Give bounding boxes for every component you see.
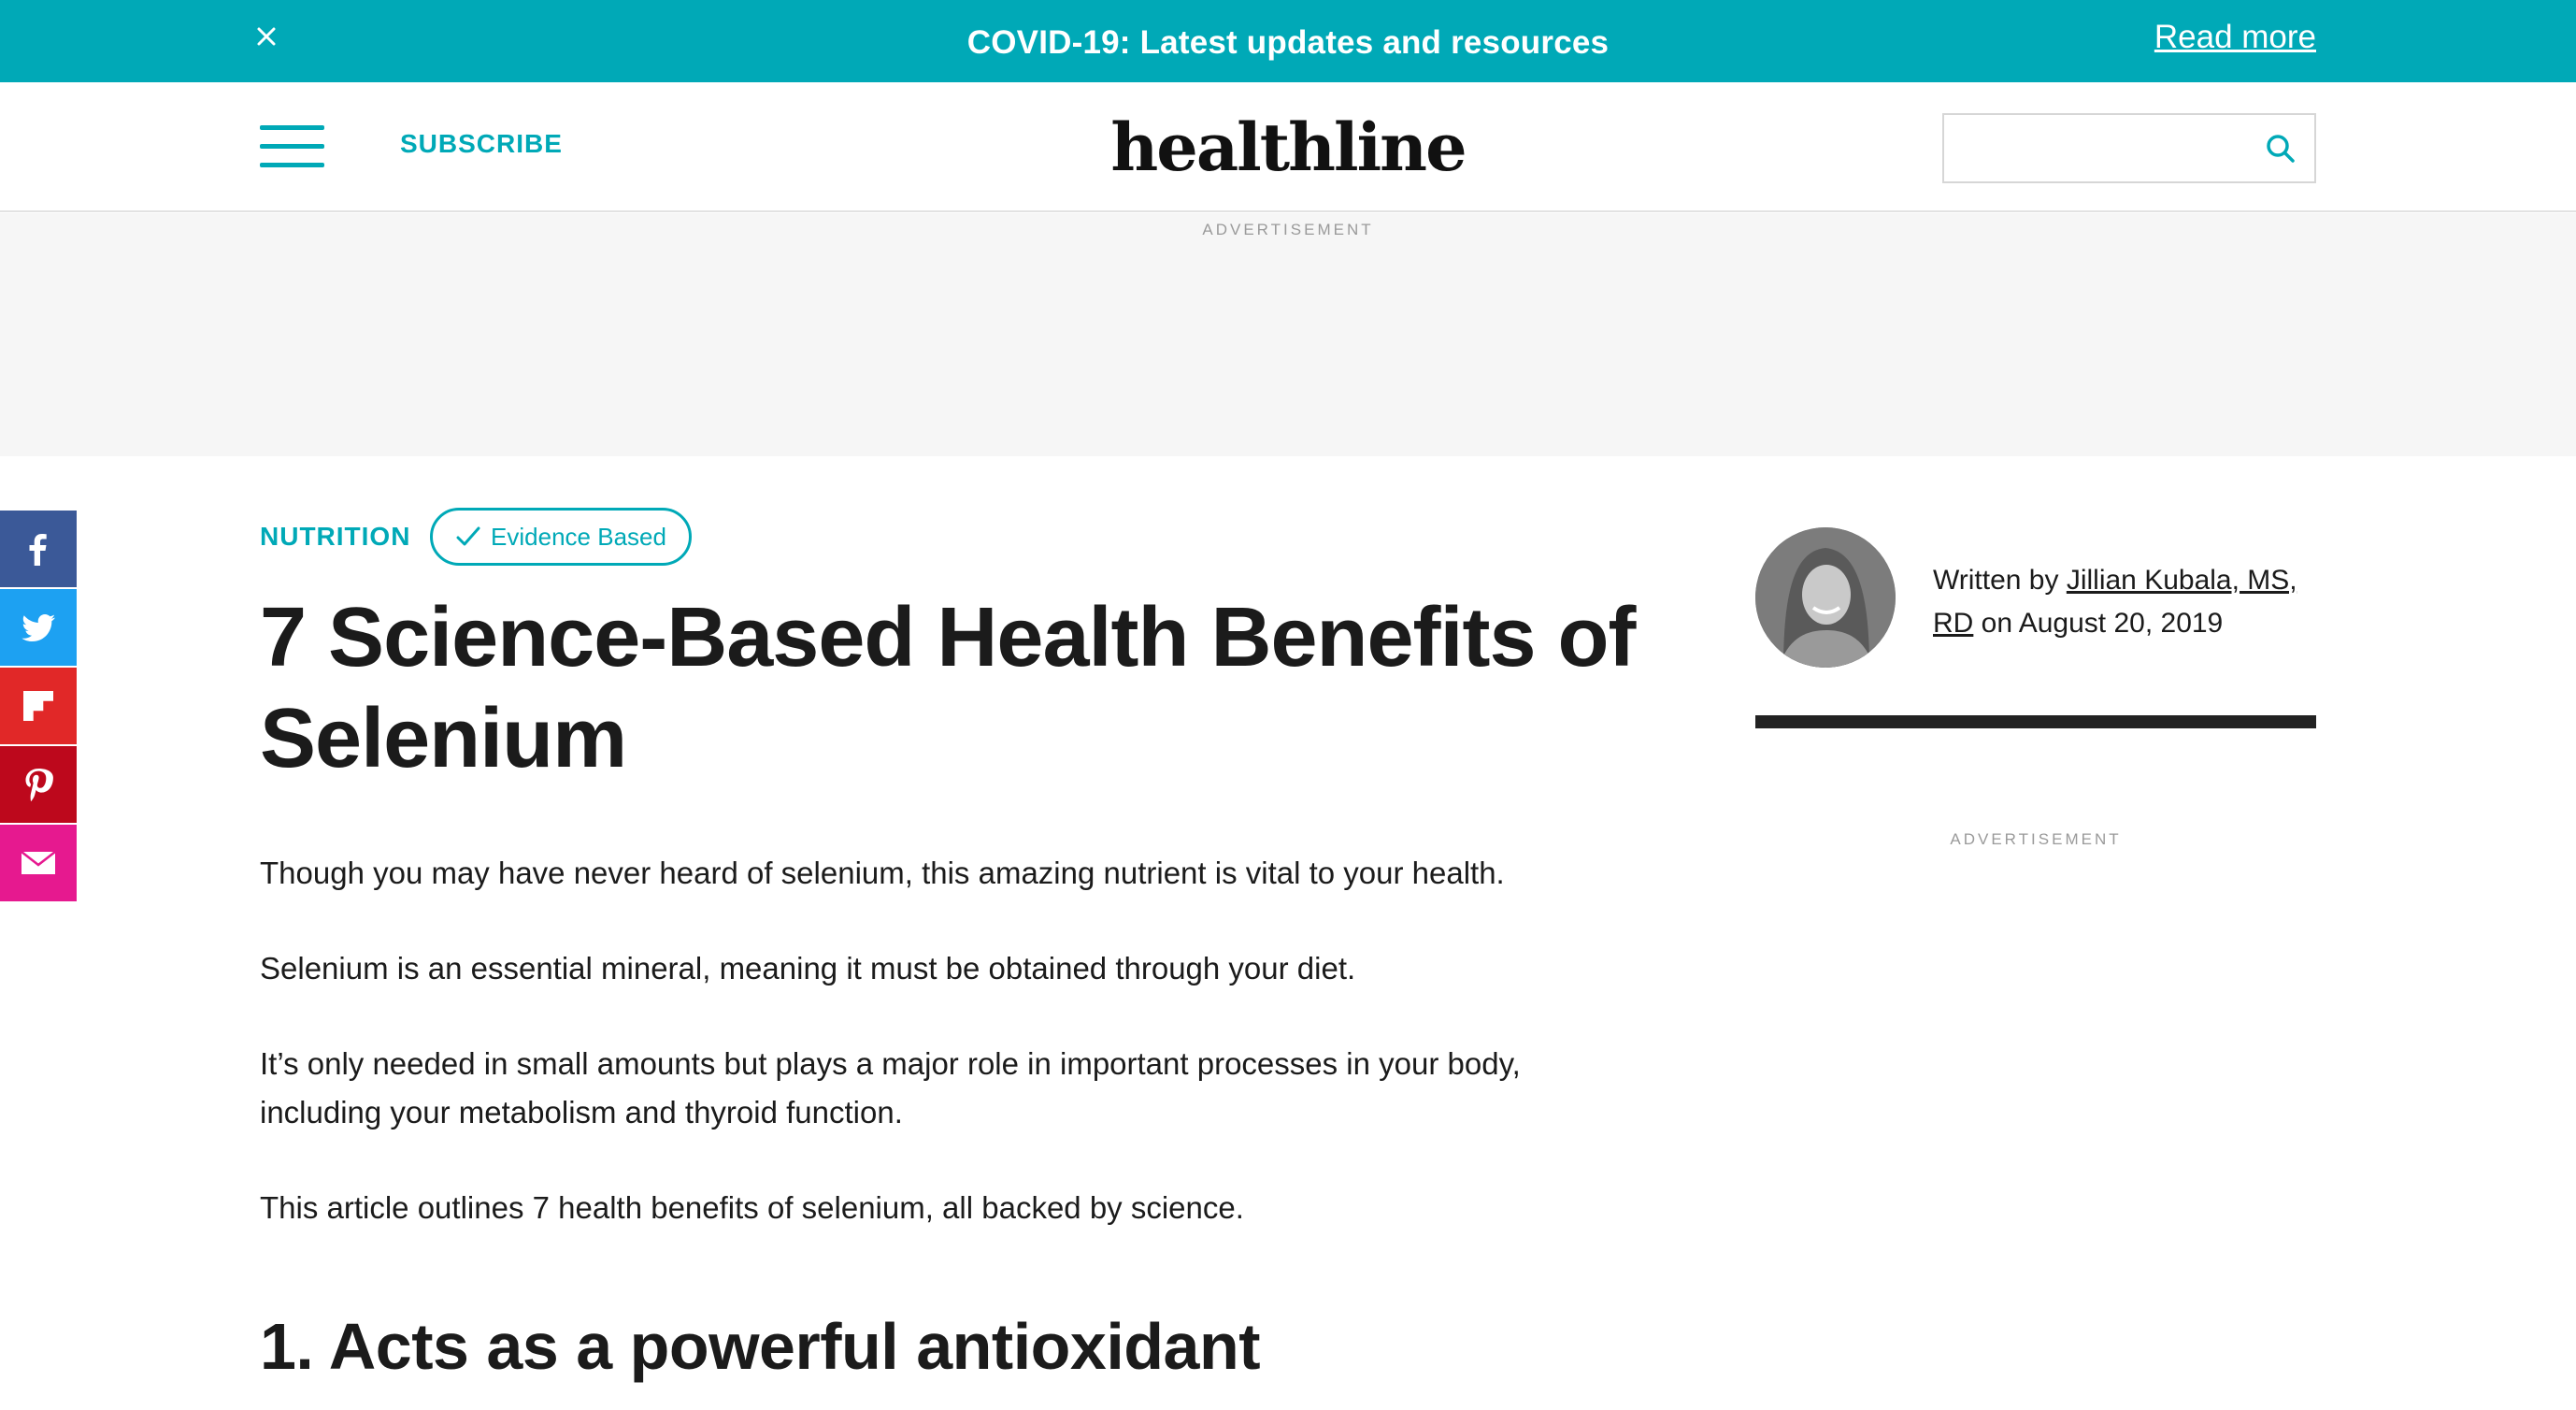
advertisement-label: ADVERTISEMENT [1202,221,1374,238]
publish-date: August 20, 2019 [2018,608,2224,639]
search-input[interactable] [1944,115,2253,181]
evidence-based-label: Evidence Based [491,522,666,551]
checkmark-icon [456,526,480,546]
flipboard-icon [23,691,53,721]
author-byline: Written by Jillian Kubala, MS, RD on Aug… [1933,559,2326,645]
pinterest-icon [25,769,53,801]
site-header: SUBSCRIBE healthline [0,82,2576,212]
category-link[interactable]: NUTRITION [260,522,410,552]
byline-date-prefix: on [1973,608,2019,639]
covid-banner: COVID-19: Latest updates and resources R… [0,0,2576,82]
article-paragraph: Selenium is an essential mineral, meanin… [260,951,1356,986]
section-heading: 1. Acts as a powerful antioxidant [260,1310,1261,1383]
twitter-icon [21,614,55,641]
evidence-based-badge[interactable]: Evidence Based [430,508,692,566]
byline-prefix: Written by [1933,565,2067,596]
social-share-rail [0,511,77,903]
search-icon[interactable] [2264,132,2297,165]
flipboard-share-button[interactable] [0,668,77,744]
facebook-share-button[interactable] [0,511,77,587]
sidebar-advertisement-label: ADVERTISEMENT [1950,830,2122,848]
email-share-button[interactable] [0,825,77,901]
article-title: 7 Science-Based Health Benefits of Selen… [260,591,1636,785]
pinterest-share-button[interactable] [0,746,77,823]
top-advertisement: ADVERTISEMENT [0,213,2576,456]
article-paragraph: Though you may have never heard of selen… [260,856,1505,890]
email-icon [21,851,56,874]
article-paragraph: This article outlines 7 health benefits … [260,1190,1244,1225]
article-paragraph: It’s only needed in small amounts but pl… [260,1046,1521,1129]
sidebar-divider [1755,715,2316,728]
twitter-share-button[interactable] [0,589,77,666]
search-box [1942,113,2316,183]
author-avatar[interactable] [1755,527,1896,668]
facebook-icon [29,534,47,566]
read-more-link[interactable]: Read more [2154,19,2316,56]
